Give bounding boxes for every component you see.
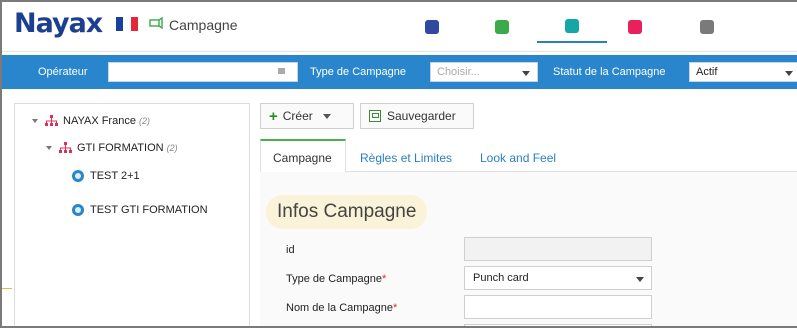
tab-look-and-feel[interactable]: Look and Feel [480,139,556,172]
callout-marker [2,288,12,289]
page-title: Campagne [169,17,238,33]
list-picker-icon[interactable] [276,66,287,76]
france-flag-icon [116,17,138,31]
id-label: id [286,244,295,256]
campaign-type-select[interactable]: Choisir... [430,62,538,82]
campaign-icon [72,204,84,216]
tree-item-campaign[interactable]: TEST 2+1 [72,170,140,182]
chevron-down-icon [322,113,331,119]
app-window: Nayax Campagne Opérateur Type de Campagn… [0,0,797,328]
tree-item-gti-formation[interactable]: GTI FORMATION (2) [46,142,178,154]
save-button[interactable]: Sauvegarder [360,103,474,129]
chevron-down-icon [636,277,644,282]
alert-icon [628,20,642,34]
save-icon [369,110,381,122]
tab-campagne[interactable]: Campagne [260,139,346,173]
tree-item-nayax-france[interactable]: NAYAX France (2) [32,115,150,127]
org-chart-icon [45,115,58,126]
campaign-icon [149,16,163,30]
nayax-logo: Nayax [14,8,103,39]
campaign-icon [72,170,84,182]
campaign-status-label: Statut de la Campagne [553,66,666,78]
dashboard-icon [425,20,439,34]
operator-input[interactable] [108,62,298,82]
app-tab-campaigns[interactable] [537,11,607,43]
chevron-down-icon [522,71,530,76]
tab-regles-et-limites[interactable]: Règles et Limites [360,139,452,172]
campaign-type-label: Type de Campagne [310,66,407,78]
app-tab-alerts[interactable] [600,11,670,43]
campaign-status-select[interactable]: Actif [689,62,797,82]
campaign-name-field[interactable] [464,295,652,319]
chevron-down-icon [785,71,793,76]
expand-arrow-icon[interactable] [46,146,52,150]
campaign-type-field-label: Type de Campagne* [286,273,387,285]
campaign-name-label: Nom de la Campagne* [286,302,398,314]
org-chart-icon [59,142,72,153]
app-tab-dashboard[interactable] [397,11,467,43]
create-button[interactable]: + Créer [260,103,354,129]
detail-tabs: Campagne Règles et Limites Look and Feel [260,139,797,173]
device-icon [495,20,509,34]
tools-icon [700,20,714,34]
next-form-field[interactable] [464,324,652,326]
app-tab-tools[interactable] [672,11,742,43]
plus-icon: + [269,107,278,125]
tree-item-campaign[interactable]: TEST GTI FORMATION [72,204,208,216]
app-tab-devices[interactable] [467,11,537,43]
campaign-type-field[interactable]: Punch card [464,266,652,290]
section-title: Infos Campagne [266,195,428,229]
campaign-icon [565,19,579,33]
id-field [464,237,652,261]
operator-label: Opérateur [38,66,88,78]
expand-arrow-icon[interactable] [32,119,38,123]
filter-bar: Opérateur Type de Campagne Choisir... St… [2,55,797,89]
top-header: Nayax Campagne [2,2,797,52]
